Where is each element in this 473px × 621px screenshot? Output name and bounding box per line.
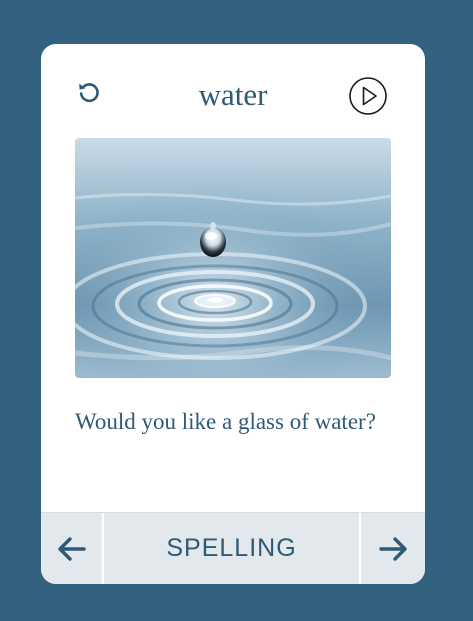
play-icon	[349, 77, 387, 115]
flashcard: water Would you like a glass of water? S…	[41, 44, 425, 584]
arrow-left-icon	[57, 536, 86, 561]
spelling-mode-button[interactable]: SPELLING	[104, 513, 359, 584]
arrow-right-icon	[379, 536, 407, 561]
play-audio-button[interactable]	[348, 76, 388, 116]
water-droplet-image	[75, 138, 391, 378]
previous-button[interactable]	[41, 513, 104, 584]
word-image	[75, 138, 391, 378]
example-sentence: Would you like a glass of water?	[75, 409, 376, 434]
next-button[interactable]	[359, 513, 425, 584]
card-footer: SPELLING	[41, 512, 425, 584]
